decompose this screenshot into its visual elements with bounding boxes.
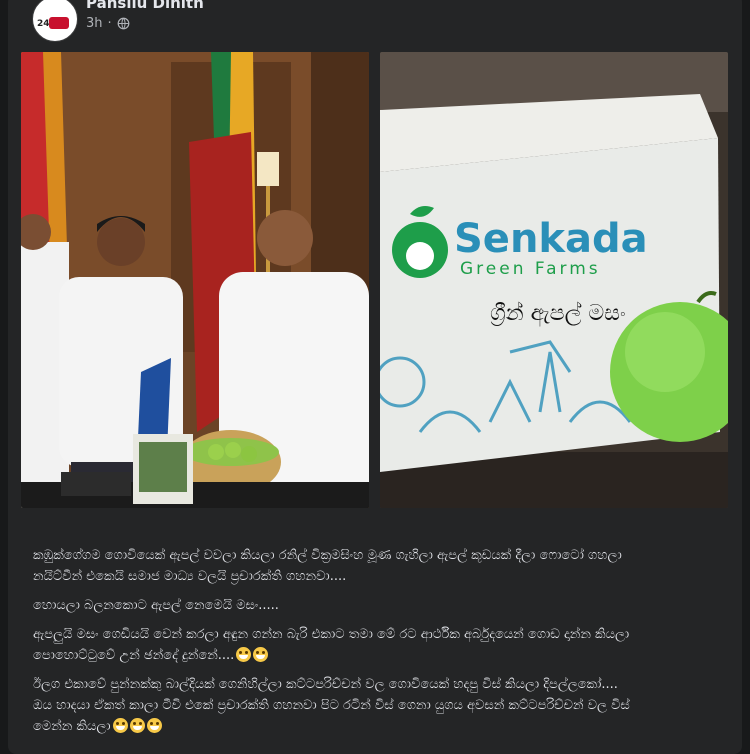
author-name[interactable]: Pansilu Dinith [86, 0, 204, 12]
text-line: මෙන්න කියලා [33, 716, 723, 737]
text-line: ඊලග එකාවේ පුන්නක්කු බාල්දියක් ගෙනිහිල්ලා… [33, 677, 618, 692]
text-line: පොහොට්ටුවේ උන් ඡන්දේ දුන්නේ.... [33, 645, 723, 666]
brand-name: Senkada [454, 216, 648, 262]
text-line: හොයලා බලනකොට ඇපල් නෙමෙයි මසං..... [33, 598, 279, 613]
box-label: ග්‍රීන් ඇපල් මසං [490, 301, 626, 327]
meeting-photo[interactable] [21, 52, 369, 508]
post-meta: 3h · [86, 16, 130, 31]
brand-subtitle: Green Farms [460, 259, 601, 279]
grinning-face-emoji [112, 718, 128, 733]
grinning-face-emoji [146, 718, 162, 733]
post-text: කඹුක්ගේගම ගොවියෙක් ඇපල් වවලා කියලා රනිල්… [33, 545, 723, 745]
text-line: නයිට්වීන් එකෙයි සමාජ මාධ්‍ය වලයි ප්‍රචාර… [33, 569, 347, 584]
grinning-face-emoji [253, 647, 269, 662]
avatar-logo-mark [49, 17, 69, 29]
text-line: කඹුක්ගේගම ගොවියෙක් ඇපල් වවලා කියලා රනිල්… [33, 548, 622, 563]
globe-icon[interactable] [117, 17, 130, 30]
text-line: ඔය හාදයා ඒකත් කාලා ටීවි එකේ ප්‍රචාරක්ති … [33, 698, 630, 713]
grinning-face-emoji [129, 718, 145, 733]
paragraph-3: ඇපලුයි මසං ගෙඩියයි වෙන් කරලා අඳුන ගන්න බ… [33, 624, 723, 666]
paragraph-1: කඹුක්ගේගම ගොවියෙක් ඇපල් වවලා කියලා රනිල්… [33, 545, 723, 587]
paragraph-4: ඊලග එකාවේ පුන්නක්කු බාල්දියක් ගෙනිහිල්ලා… [33, 674, 723, 737]
avatar-text: 24 [37, 19, 50, 29]
paragraph-2: හොයලා බලනකොට ඇපල් නෙමෙයි මසං..... [33, 595, 723, 616]
text-line: ඇපලුයි මසං ගෙඩියයි වෙන් කරලා අඳුන ගන්න බ… [33, 627, 630, 642]
apple-box-photo[interactable]: Senkada Green Farms ග්‍රීන් ඇපල් මසං [380, 52, 728, 508]
grinning-face-emoji [236, 647, 252, 662]
post-time[interactable]: 3h [86, 16, 103, 31]
